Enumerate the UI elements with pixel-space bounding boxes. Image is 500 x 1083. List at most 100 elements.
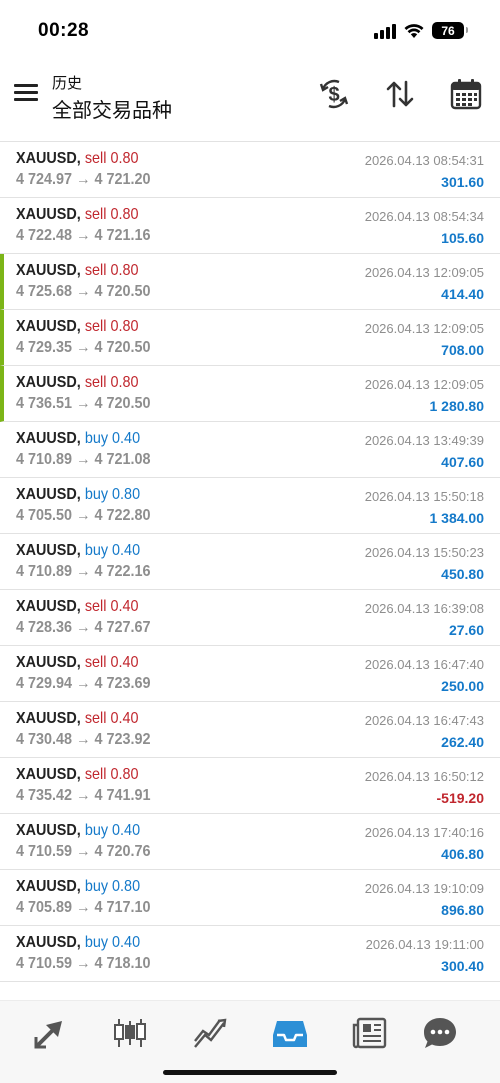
chart-nav[interactable]: [110, 1015, 150, 1051]
trade-time: 2026.04.13 17:40:16: [364, 825, 484, 840]
trade-time: 2026.04.13 19:11:00: [365, 937, 484, 952]
trade-time: 2026.04.13 08:54:34: [364, 209, 484, 224]
cellular-signal-icon: [374, 23, 396, 39]
trade-row[interactable]: XAUUSD, buy 0.40 4 710.59 → 4 718.10 2026.…: [0, 926, 500, 982]
open-price: 4 705.50: [16, 507, 73, 524]
trade-row[interactable]: XAUUSD, buy 0.40 4 710.89 → 4 721.08 2026.…: [0, 422, 500, 478]
trade-profit: 300.40: [441, 958, 484, 974]
symbol-name: XAUUSD,: [16, 486, 81, 503]
trade-row[interactable]: XAUUSD, buy 0.40 4 710.59 → 4 720.76 2026.…: [0, 814, 500, 870]
trade-prices: 4 710.59 → 4 720.76: [16, 843, 151, 861]
trade-prices: 4 736.51 → 4 720.50: [16, 395, 151, 413]
trade-direction: sell: [84, 318, 107, 335]
trade-row[interactable]: XAUUSD, sell 0.80 4 722.48 → 4 721.16 2026…: [0, 198, 500, 254]
close-price: 4 720.50: [94, 283, 151, 300]
trade-type: sell 0.40: [85, 598, 139, 615]
trade-profit: 896.80: [441, 902, 484, 918]
trade-row[interactable]: XAUUSD, buy 0.80 4 705.89 → 4 717.10 2026.…: [0, 870, 500, 926]
trade-prices: 4 729.94 → 4 723.69: [16, 675, 151, 693]
calendar-button[interactable]: [448, 76, 484, 112]
trade-profit: 406.80: [441, 846, 484, 862]
trade-direction: buy: [84, 934, 109, 951]
trade-profit: 1 384.00: [429, 510, 485, 526]
close-price: 4 720.76: [94, 843, 151, 860]
close-price: 4 722.16: [94, 563, 151, 580]
currency-exchange-button[interactable]: $: [316, 76, 352, 112]
trade-row[interactable]: XAUUSD, sell 0.80 4 736.51 → 4 720.50 2026…: [0, 366, 500, 422]
close-price: 4 720.50: [94, 339, 151, 356]
open-price: 4 724.97: [16, 171, 73, 188]
status-icons: 76: [374, 22, 468, 39]
sort-button[interactable]: [382, 76, 418, 112]
currency-exchange-icon: $: [319, 79, 349, 109]
trade-row[interactable]: XAUUSD, sell 0.40 4 728.36 → 4 727.67 2026…: [0, 590, 500, 646]
trade-row[interactable]: XAUUSD, buy 0.40 4 710.89 → 4 722.16 2026.…: [0, 534, 500, 590]
trade-type: sell 0.80: [85, 318, 139, 335]
symbol-name: XAUUSD,: [16, 934, 81, 951]
sort-icon: [386, 80, 414, 108]
trade-time: 2026.04.13 16:47:43: [364, 713, 484, 728]
trade-direction: sell: [84, 766, 107, 783]
history-nav[interactable]: [270, 1015, 310, 1051]
open-price: 4 729.35: [16, 339, 73, 356]
symbol-filter[interactable]: 全部交易品种: [52, 94, 172, 123]
trade-nav[interactable]: [30, 1015, 70, 1051]
trade-type: sell 0.80: [85, 374, 139, 391]
close-price: 4 723.69: [94, 675, 151, 692]
close-price: 4 741.91: [94, 787, 151, 804]
arrow-icon: →: [76, 283, 91, 300]
arrow-icon: →: [76, 339, 91, 356]
trade-row[interactable]: XAUUSD, sell 0.40 4 730.48 → 4 723.92 2026…: [0, 702, 500, 758]
trade-symbol: XAUUSD, buy 0.80: [16, 486, 140, 504]
symbol-name: XAUUSD,: [16, 542, 81, 559]
trade-type: sell 0.80: [85, 206, 139, 223]
trade-direction: sell: [84, 150, 107, 167]
arrow-icon: →: [76, 787, 91, 804]
trade-direction: sell: [84, 710, 107, 727]
trade-volume: 0.40: [112, 934, 141, 951]
open-price: 4 710.59: [16, 955, 73, 972]
trade-prices: 4 705.89 → 4 717.10: [16, 899, 151, 917]
open-price: 4 705.89: [16, 899, 73, 916]
trade-volume: 0.80: [110, 262, 139, 279]
trade-row[interactable]: XAUUSD, sell 0.80 4 725.68 → 4 720.50 2026…: [0, 254, 500, 310]
close-price: 4 721.20: [94, 171, 151, 188]
chat-nav[interactable]: [420, 1015, 460, 1051]
trade-type: buy 0.40: [85, 822, 140, 839]
trade-row[interactable]: XAUUSD, sell 0.40 4 729.94 → 4 723.69 2026…: [0, 646, 500, 702]
trade-symbol: XAUUSD, buy 0.40: [16, 822, 140, 840]
trade-time: 2026.04.13 16:50:12: [364, 769, 484, 784]
trade-time: 2026.04.13 12:09:05: [364, 265, 484, 280]
trend-lines-icon: [194, 1018, 227, 1048]
svg-text:$: $: [328, 84, 339, 106]
trend-nav[interactable]: [190, 1015, 230, 1051]
news-nav[interactable]: [350, 1015, 390, 1051]
trade-volume: 0.80: [110, 318, 139, 335]
trade-prices: 4 728.36 → 4 727.67: [16, 619, 151, 637]
symbol-name: XAUUSD,: [16, 878, 81, 895]
trade-direction: buy: [84, 430, 109, 447]
status-time: 00:28: [38, 20, 90, 41]
trade-time: 2026.04.13 08:54:31: [364, 153, 484, 168]
arrow-icon: →: [76, 899, 91, 916]
open-price: 4 736.51: [16, 395, 73, 412]
symbol-name: XAUUSD,: [16, 150, 81, 167]
trade-row[interactable]: XAUUSD, sell 0.80 4 735.42 → 4 741.91 2026…: [0, 758, 500, 814]
candlestick-icon: [114, 1019, 146, 1047]
trade-symbol: XAUUSD, buy 0.40: [16, 542, 140, 560]
menu-icon[interactable]: [14, 84, 38, 102]
trade-time: 2026.04.13 12:09:05: [364, 377, 484, 392]
trade-direction: buy: [84, 878, 109, 895]
trade-volume: 0.80: [110, 150, 139, 167]
trade-row[interactable]: XAUUSD, buy 0.80 4 705.50 → 4 722.80 2026.…: [0, 478, 500, 534]
trade-direction: sell: [84, 374, 107, 391]
trade-row[interactable]: XAUUSD, sell 0.80 4 729.35 → 4 720.50 2026…: [0, 310, 500, 366]
trade-prices: 4 730.48 → 4 723.92: [16, 731, 151, 749]
trade-history-list[interactable]: XAUUSD, sell 0.80 4 724.97 → 4 721.20 2026…: [0, 122, 500, 1000]
arrow-icon: →: [76, 395, 91, 412]
trade-row[interactable]: XAUUSD, sell 0.80 4 724.97 → 4 721.20 2026…: [0, 142, 500, 198]
close-price: 4 717.10: [94, 899, 151, 916]
trade-type: buy 0.40: [85, 542, 140, 559]
close-price: 4 723.92: [94, 731, 151, 748]
arrow-icon: →: [76, 451, 91, 468]
